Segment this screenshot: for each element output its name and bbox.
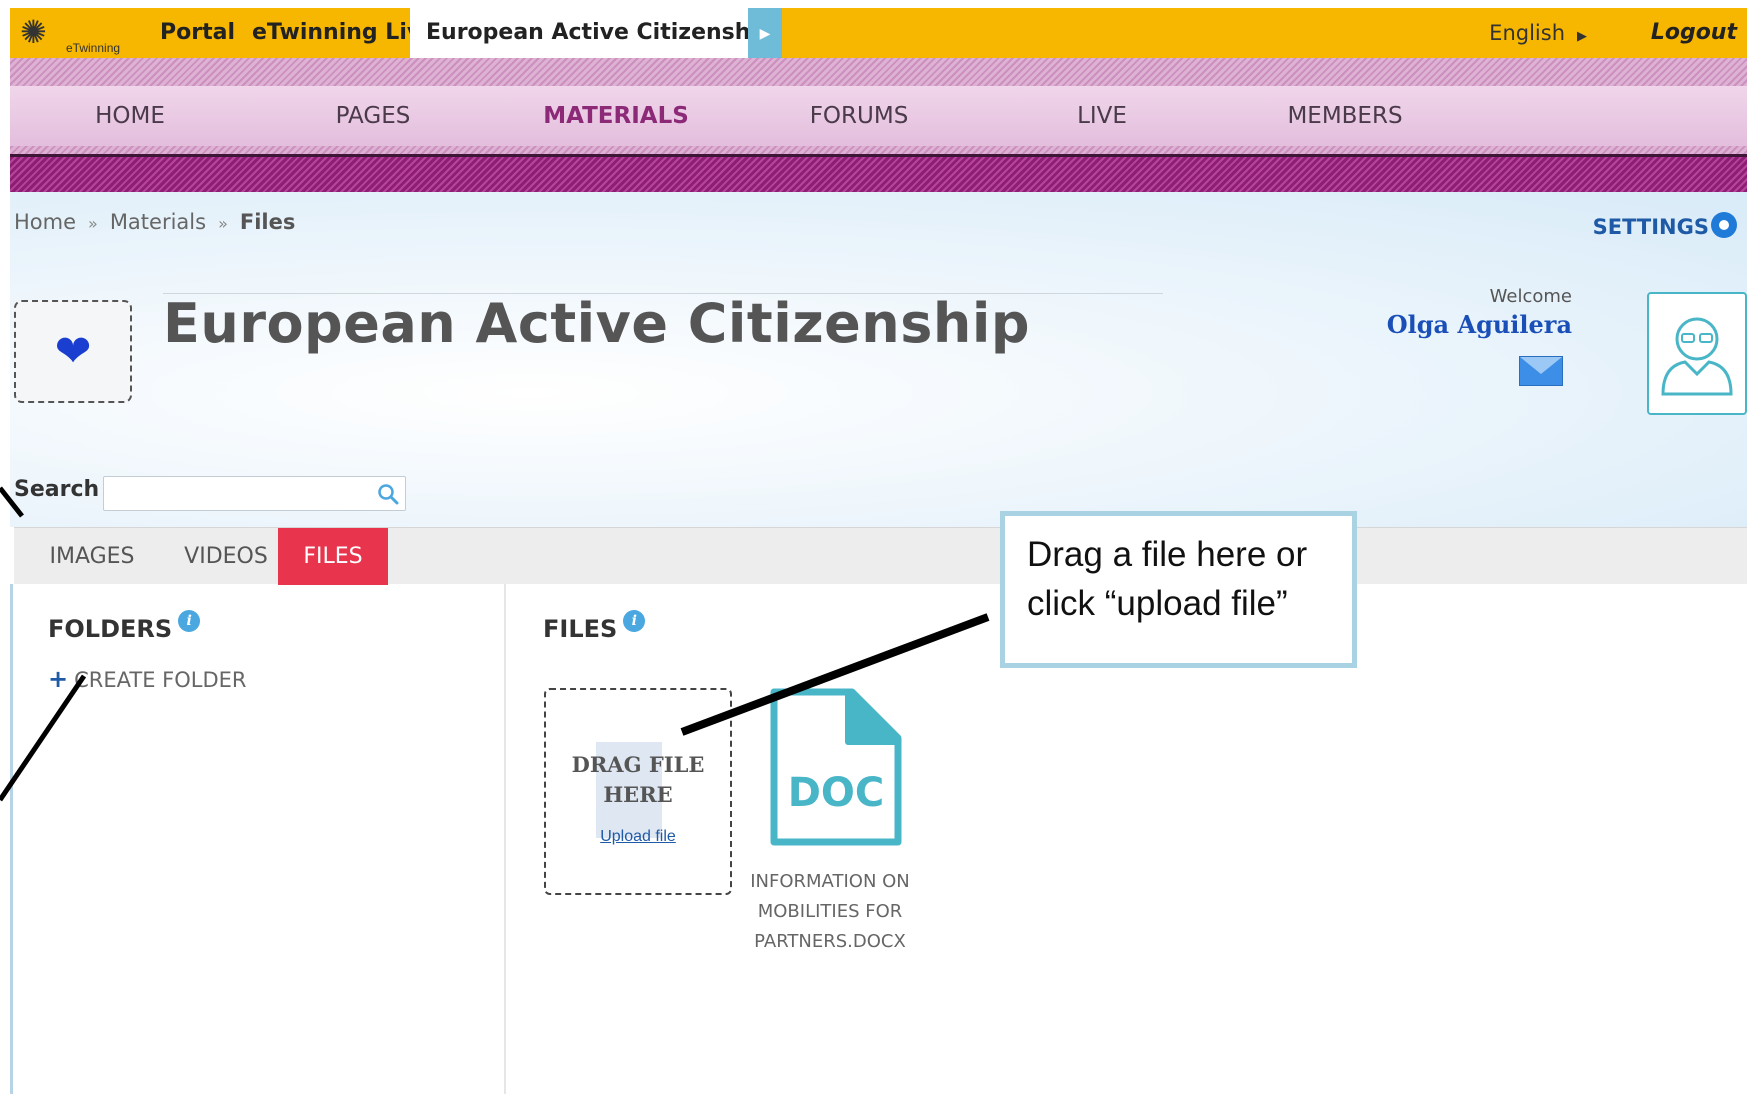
files-heading: FILES i (543, 610, 646, 643)
breadcrumb: Home » Materials » Files (14, 210, 295, 234)
etwinning-logo[interactable]: ✺ eTwinning (16, 13, 136, 55)
avatar[interactable] (1647, 292, 1747, 415)
file-item[interactable]: DOC (770, 688, 902, 846)
dropzone-text: DRAG FILE HERE (546, 750, 730, 810)
folders-heading: FOLDERS i (48, 610, 201, 643)
instruction-callout: Drag a file here or click “upload file” (1000, 511, 1357, 668)
breadcrumb-separator: » (218, 214, 228, 233)
play-arrow-icon: ▶ (759, 25, 771, 41)
logo-mark-icon: ✺ (20, 13, 47, 51)
breadcrumb-materials[interactable]: Materials (110, 210, 206, 234)
settings-link[interactable]: SETTINGS (1593, 212, 1737, 239)
gear-icon (1711, 212, 1737, 238)
file-name-line-1: INFORMATION ON (750, 871, 910, 892)
media-tabs: IMAGES VIDEOS FILES (14, 527, 1747, 585)
language-selector[interactable]: English ▶ (1489, 8, 1587, 62)
logo-text: eTwinning (66, 41, 121, 55)
project-logo[interactable]: ❤ (14, 300, 132, 403)
file-name-line-3: PARTNERS.DOCX (754, 931, 906, 952)
portal-link[interactable]: Portal (160, 8, 235, 58)
nav-pages[interactable]: PAGES (273, 86, 473, 146)
settings-label: SETTINGS (1592, 215, 1709, 239)
file-name[interactable]: INFORMATION ON MOBILITIES FOR PARTNERS.D… (740, 867, 920, 957)
plus-icon: + (48, 665, 69, 693)
create-folder-button[interactable]: + CREATE FOLDER (48, 665, 246, 693)
search-icon[interactable] (377, 483, 399, 505)
search-label: Search (14, 477, 100, 502)
nav-home[interactable]: HOME (30, 86, 230, 146)
nav-live[interactable]: LIVE (1002, 86, 1202, 146)
nav-decorative-stripe (10, 154, 1747, 192)
nav-materials[interactable]: MATERIALS (516, 86, 716, 146)
file-dropzone[interactable]: DRAG FILE HERE Upload file (544, 688, 732, 895)
search-input[interactable] (103, 476, 406, 511)
files-title: FILES (543, 615, 618, 643)
file-name-line-2: MOBILITIES FOR (757, 901, 903, 922)
panel-divider (504, 584, 506, 1094)
main-navigation: HOME PAGES MATERIALS FORUMS LIVE MEMBERS (10, 58, 1747, 192)
callout-line-1: Drag a file here or (1027, 535, 1308, 574)
create-folder-label: CREATE FOLDER (74, 668, 247, 692)
panel-left-border (10, 584, 13, 1094)
breadcrumb-home[interactable]: Home (14, 210, 76, 234)
tab-scroll-right-button[interactable]: ▶ (748, 8, 782, 58)
logout-link[interactable]: Logout (1651, 8, 1737, 58)
project-header: Home » Materials » Files SETTINGS ❤ European… (10, 192, 1747, 527)
welcome-label: Welcome (1489, 286, 1572, 307)
nav-members[interactable]: MEMBERS (1245, 86, 1445, 146)
user-name-link[interactable]: Olga Aguilera (1387, 310, 1572, 339)
breadcrumb-separator: » (88, 214, 98, 233)
top-bar: ✺ eTwinning Portal eTwinning Live Europe… (10, 8, 1747, 58)
callout-line-2: click “upload file” (1027, 584, 1288, 623)
mail-icon[interactable] (1519, 356, 1563, 386)
caret-right-icon: ▶ (1577, 29, 1587, 44)
folders-title: FOLDERS (48, 615, 173, 643)
dropzone-line-1: DRAG FILE (571, 752, 705, 777)
heart-icon: ❤ (54, 326, 92, 377)
doc-type-label: DOC (788, 770, 885, 816)
breadcrumb-current: Files (239, 210, 296, 234)
tab-images[interactable]: IMAGES (22, 528, 162, 585)
user-silhouette-icon (1661, 317, 1733, 396)
page-title: European Active Citizenship (163, 292, 1030, 355)
info-icon[interactable]: i (178, 610, 201, 632)
language-label: English (1489, 21, 1565, 45)
tab-files[interactable]: FILES (278, 528, 388, 585)
info-icon[interactable]: i (623, 610, 646, 632)
upload-file-link[interactable]: Upload file (546, 828, 730, 846)
dropzone-line-2: HERE (603, 782, 673, 807)
tab-videos[interactable]: VIDEOS (162, 528, 290, 585)
doc-file-icon: DOC (770, 688, 902, 846)
project-tab[interactable]: European Active Citizensh... (410, 8, 760, 58)
etwinning-live-link[interactable]: eTwinning Live (252, 8, 436, 58)
nav-forums[interactable]: FORUMS (759, 86, 959, 146)
